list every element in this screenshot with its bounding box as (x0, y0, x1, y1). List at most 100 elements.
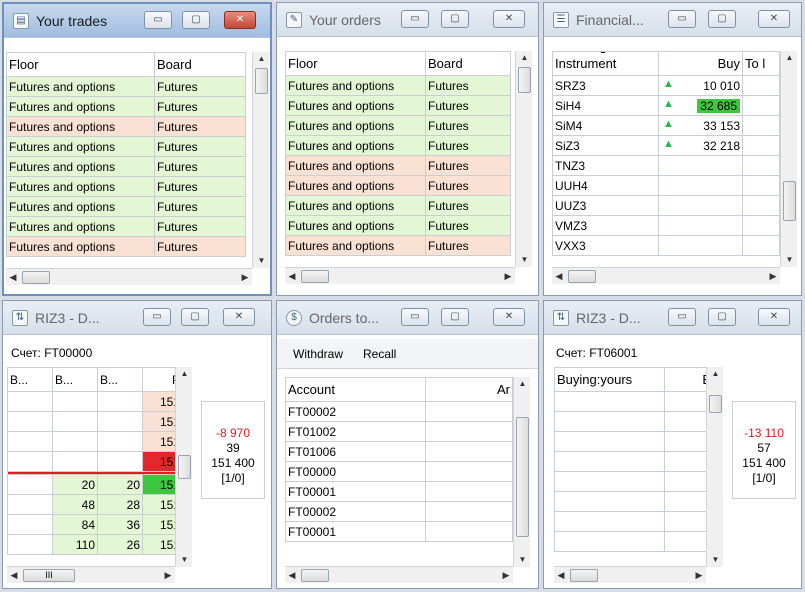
table-row[interactable]: VMZ3 (552, 215, 780, 236)
scroll-down-arrow[interactable]: ▼ (516, 253, 533, 267)
horizontal-scrollbar[interactable]: ◀ ▶ (285, 267, 515, 284)
ask-row[interactable]: 151 (7, 391, 183, 412)
table-row[interactable]: FT00001 (285, 521, 513, 542)
ask-row[interactable]: 151 (7, 431, 183, 452)
table-row[interactable]: Futures and options Futures (285, 135, 511, 156)
scroll-down-arrow[interactable]: ▼ (781, 253, 798, 267)
bid-row[interactable]: 110 26 151 (7, 534, 183, 555)
vertical-scrollbar[interactable]: ▲ ▼ (780, 51, 797, 267)
minimize-button[interactable]: ▭ (401, 10, 429, 28)
table-row[interactable]: UUZ3 (552, 195, 780, 216)
maximize-button[interactable]: ▢ (708, 308, 736, 326)
your-orders-window[interactable]: ✎ Your orders ▭ ▢ ✕ Floor Board Futures a… (276, 2, 539, 296)
table-row[interactable]: Futures and options Futures (6, 236, 246, 257)
scroll-thumb[interactable] (516, 417, 529, 537)
scroll-right-arrow[interactable]: ▶ (766, 268, 780, 284)
scroll-thumb[interactable] (570, 569, 598, 582)
table-row[interactable]: UUH4 (552, 175, 780, 196)
table-row[interactable]: FT01006 (285, 441, 513, 462)
close-button[interactable]: ✕ (493, 10, 525, 28)
table-row[interactable] (554, 451, 714, 472)
scroll-down-arrow[interactable]: ▼ (707, 553, 724, 567)
table-row[interactable]: Futures and options Futures (285, 95, 511, 116)
table-row[interactable]: SRZ3 ▲ 10 010 (552, 75, 780, 96)
column-header-total[interactable]: To l (742, 51, 780, 76)
scroll-thumb[interactable] (301, 270, 329, 283)
table-row[interactable]: TNZ3 (552, 155, 780, 176)
orders-to-window[interactable]: $ Orders to... ▭ ▢ ✕ Withdraw Recall Acc… (276, 300, 539, 589)
scroll-left-arrow[interactable]: ◀ (7, 567, 21, 583)
scroll-down-arrow[interactable]: ▼ (253, 254, 270, 268)
column-header-account[interactable]: Account (285, 377, 426, 402)
scroll-thumb[interactable] (22, 271, 50, 284)
column-header-floor[interactable]: Floor (6, 52, 155, 77)
table-row[interactable]: VXX3 (552, 235, 780, 256)
scroll-right-arrow[interactable]: ▶ (161, 567, 175, 583)
column-header-buying-yours[interactable]: Buying:yours (554, 367, 665, 392)
table-row[interactable]: Futures and options Futures (285, 215, 511, 236)
scroll-left-arrow[interactable]: ◀ (285, 567, 299, 583)
horizontal-scrollbar[interactable]: ◀ ▶ (285, 566, 513, 583)
table-row[interactable]: Futures and options Futures (6, 176, 246, 197)
scroll-left-arrow[interactable]: ◀ (6, 269, 20, 285)
column-header-amount[interactable]: Ar (425, 377, 513, 402)
table-row[interactable] (554, 511, 714, 532)
scroll-left-arrow[interactable]: ◀ (552, 268, 566, 284)
scroll-thumb[interactable] (301, 569, 329, 582)
table-row[interactable]: Futures and options Futures (6, 156, 246, 177)
dom-table[interactable]: B... B... B... P 15115115115120201514828… (7, 367, 183, 555)
title-bar[interactable]: ☰ Financial... ▭ ▢ ✕ (544, 3, 801, 37)
column-header-buy[interactable]: Buy (658, 51, 743, 76)
scroll-thumb[interactable] (178, 455, 191, 479)
table-row[interactable]: Futures and options Futures (285, 235, 511, 256)
your-trades-window[interactable]: ▤ Your trades ▭ ▢ ✕ Floor Board Futures a… (2, 2, 272, 296)
table-row[interactable]: Futures and options Futures (6, 96, 246, 117)
maximize-button[interactable]: ▢ (441, 10, 469, 28)
scroll-thumb[interactable] (709, 395, 722, 413)
vertical-scrollbar[interactable]: ▲ ▼ (515, 51, 532, 267)
scroll-right-arrow[interactable]: ▶ (501, 268, 515, 284)
close-button[interactable]: ✕ (223, 308, 255, 326)
scroll-thumb[interactable] (568, 270, 596, 283)
scroll-up-arrow[interactable]: ▲ (707, 367, 724, 381)
table-row[interactable] (554, 391, 714, 412)
scroll-right-arrow[interactable]: ▶ (499, 567, 513, 583)
table-row[interactable]: FT00000 (285, 461, 513, 482)
scroll-down-arrow[interactable]: ▼ (514, 553, 531, 567)
title-bar[interactable]: $ Orders to... ▭ ▢ ✕ (277, 301, 538, 335)
bid-row[interactable]: 48 28 151 (7, 494, 183, 515)
table-row[interactable]: Futures and options Futures (6, 136, 246, 157)
dom-grid[interactable]: B... B... B... P 15115115115120201514828… (7, 367, 183, 569)
table-row[interactable]: Futures and options Futures (6, 196, 246, 217)
table-row[interactable] (554, 411, 714, 432)
minimize-button[interactable]: ▭ (668, 308, 696, 326)
scroll-up-arrow[interactable]: ▲ (176, 367, 193, 381)
table-row[interactable] (554, 531, 714, 552)
scroll-left-arrow[interactable]: ◀ (285, 268, 299, 284)
table-row[interactable]: SiH4 ▲ 32 685 (552, 95, 780, 116)
column-header-bid-3[interactable]: B... (97, 367, 143, 392)
dom-table[interactable]: Buying:yours B (554, 367, 714, 552)
table-row[interactable]: SiM4 ▲ 33 153 (552, 115, 780, 136)
financial-instruments-window[interactable]: ☰ Financial... ▭ ▢ ✕ ▲Instrument Buy To … (543, 2, 802, 296)
table-row[interactable]: FT00002 (285, 501, 513, 522)
table-row[interactable]: Futures and options Futures (285, 175, 511, 196)
table-row[interactable]: Futures and options Futures (6, 76, 246, 97)
title-bar[interactable]: ▤ Your trades ▭ ▢ ✕ (4, 4, 270, 38)
scroll-thumb[interactable] (255, 68, 268, 94)
recall-button[interactable]: Recall (363, 347, 396, 361)
withdraw-button[interactable]: Withdraw (293, 347, 343, 361)
column-header-floor[interactable]: Floor (285, 51, 426, 76)
maximize-button[interactable]: ▢ (441, 308, 469, 326)
table-row[interactable] (554, 491, 714, 512)
close-button[interactable]: ✕ (224, 11, 256, 29)
close-button[interactable]: ✕ (758, 308, 790, 326)
column-header-instrument[interactable]: ▲Instrument (552, 51, 659, 76)
scroll-thumb[interactable] (783, 181, 796, 221)
minimize-button[interactable]: ▭ (668, 10, 696, 28)
scroll-right-arrow[interactable]: ▶ (692, 567, 706, 583)
ask-row[interactable]: 151 (7, 451, 183, 472)
title-bar[interactable]: ⇅ RIZ3 - D... ▭ ▢ ✕ (3, 301, 271, 335)
title-bar[interactable]: ✎ Your orders ▭ ▢ ✕ (277, 3, 538, 37)
scroll-left-arrow[interactable]: ◀ (554, 567, 568, 583)
